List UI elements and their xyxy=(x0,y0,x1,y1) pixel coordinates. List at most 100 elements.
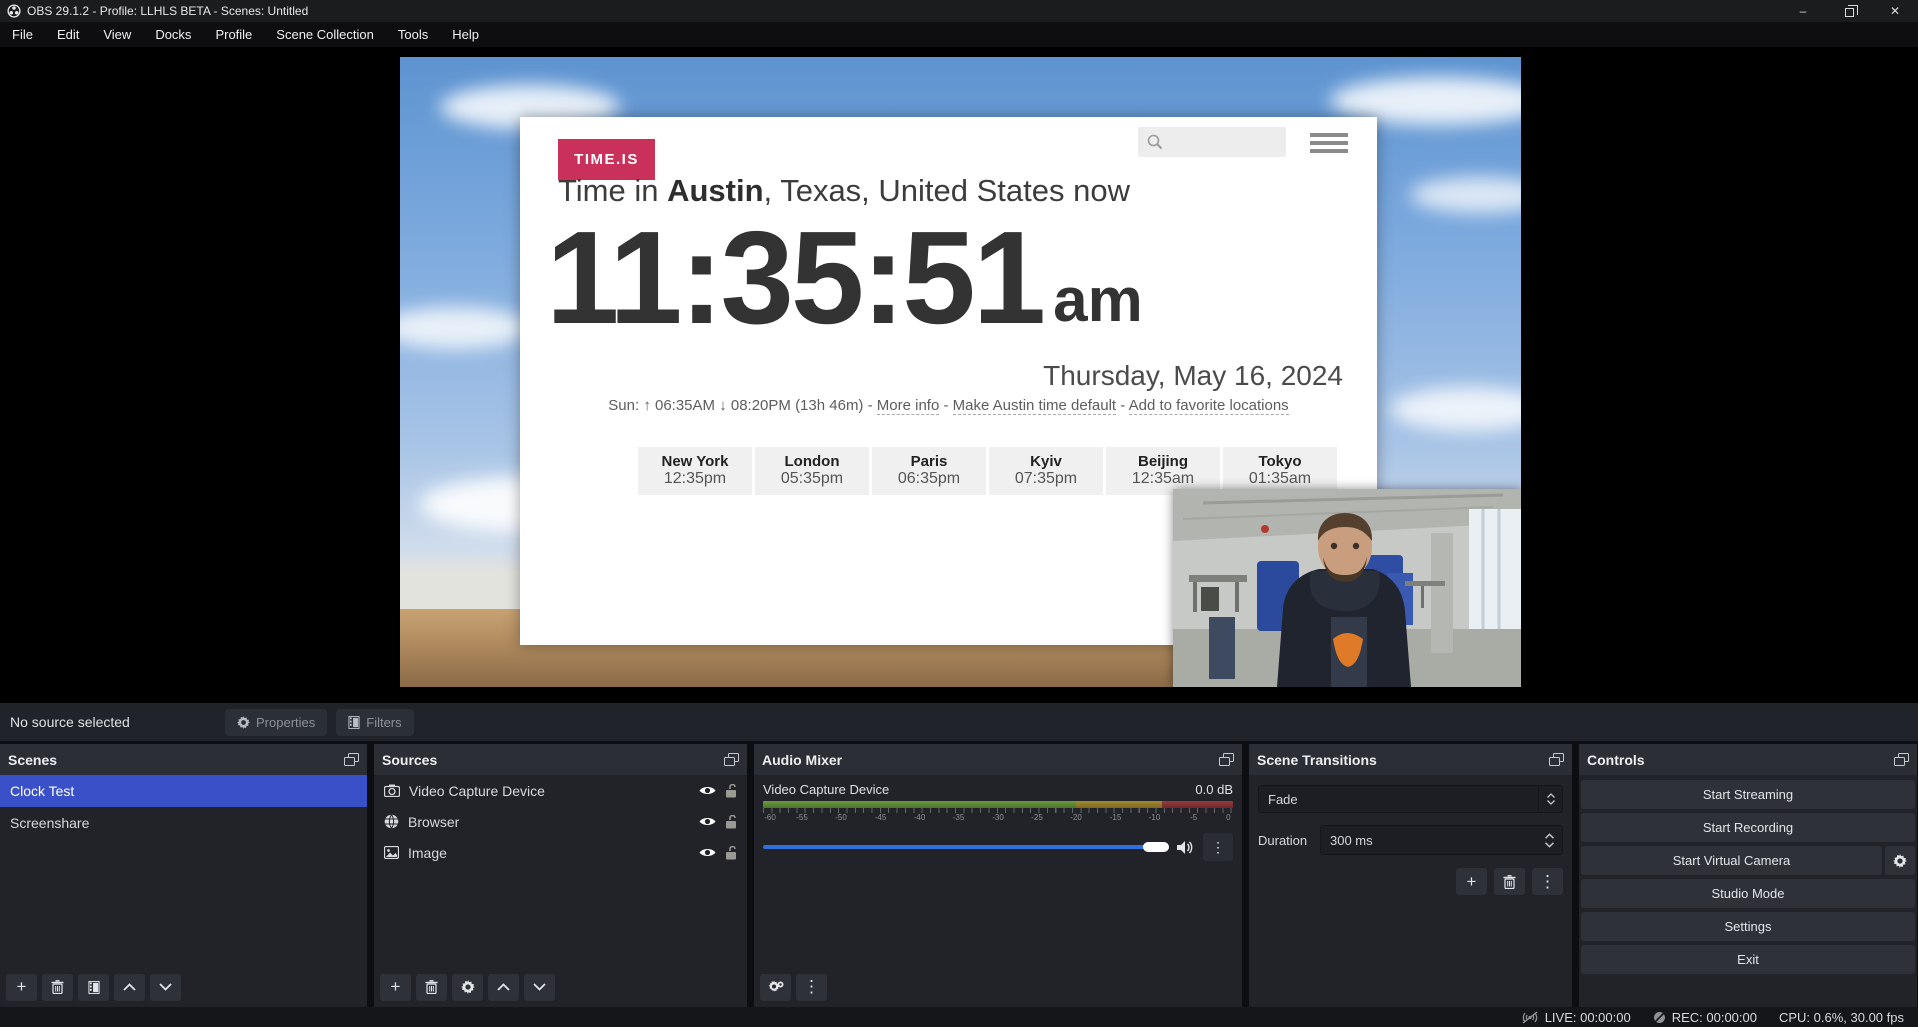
transitions-title: Scene Transitions xyxy=(1257,752,1377,768)
scenes-list: Clock Test Screenshare xyxy=(0,775,367,967)
source-move-down-button[interactable] xyxy=(524,974,555,1001)
unlock-icon[interactable] xyxy=(725,846,737,860)
filters-icon xyxy=(88,981,100,994)
status-bar: LIVE: 00:00:00 REC: 00:00:00 CPU: 0.6%, … xyxy=(0,1007,1918,1027)
add-transition-button[interactable]: + xyxy=(1456,868,1487,895)
popout-icon[interactable] xyxy=(1549,753,1564,766)
remove-source-button[interactable] xyxy=(416,974,447,1001)
duration-spinbox[interactable]: 300 ms xyxy=(1320,825,1563,855)
tick-label: -55 xyxy=(796,813,808,822)
filters-button[interactable]: Filters xyxy=(336,709,413,736)
popout-icon[interactable] xyxy=(724,753,739,766)
transitions-header: Scene Transitions xyxy=(1249,744,1572,775)
add-source-button[interactable]: + xyxy=(380,974,411,1001)
city-time: 12:35am xyxy=(1106,470,1220,488)
mixer-menu-button[interactable]: ⋮ xyxy=(796,974,827,1001)
transition-properties-button[interactable]: ⋮ xyxy=(1532,868,1563,895)
properties-button[interactable]: Properties xyxy=(225,709,327,736)
menu-view[interactable]: View xyxy=(91,22,143,47)
sources-header: Sources xyxy=(374,744,747,775)
scene-item-screenshare[interactable]: Screenshare xyxy=(0,807,367,839)
source-row-image[interactable]: Image xyxy=(374,837,747,868)
filters-label: Filters xyxy=(366,715,401,730)
restore-button[interactable] xyxy=(1826,0,1872,22)
source-row-video-capture[interactable]: Video Capture Device xyxy=(374,775,747,806)
trash-icon xyxy=(425,980,438,994)
city-card: Tokyo01:35am xyxy=(1223,447,1337,495)
unlock-icon[interactable] xyxy=(725,784,737,798)
audio-mixer-panel: Audio Mixer Video Capture Device 0.0 dB … xyxy=(754,744,1242,1007)
virtual-camera-settings-button[interactable] xyxy=(1885,846,1915,875)
mixer-db-value: 0.0 dB xyxy=(1195,782,1233,797)
menu-docks[interactable]: Docks xyxy=(143,22,203,47)
separator: - xyxy=(1120,397,1125,414)
heading-suffix: , Texas, United States now xyxy=(764,173,1130,208)
preview-canvas[interactable]: TIME.IS Time in Austin, Texas, United St… xyxy=(0,47,1918,703)
transition-select[interactable]: Fade xyxy=(1258,785,1563,813)
tick-label: -45 xyxy=(875,813,887,822)
add-scene-button[interactable]: + xyxy=(6,974,37,1001)
tick-label: -60 xyxy=(764,813,776,822)
scene-move-down-button[interactable] xyxy=(150,974,181,1001)
studio-mode-button[interactable]: Studio Mode xyxy=(1581,879,1915,908)
eye-icon[interactable] xyxy=(699,785,716,796)
timeis-search-box xyxy=(1138,127,1286,157)
menu-help[interactable]: Help xyxy=(440,22,491,47)
settings-button[interactable]: Settings xyxy=(1581,912,1915,941)
mixer-toolbar: ⋮ xyxy=(754,967,1242,1007)
minimize-button[interactable]: – xyxy=(1780,0,1826,22)
start-streaming-button[interactable]: Start Streaming xyxy=(1581,780,1915,809)
cloud-shape xyxy=(400,307,530,349)
menu-scene-collection[interactable]: Scene Collection xyxy=(264,22,386,47)
unlock-icon[interactable] xyxy=(725,815,737,829)
popout-icon[interactable] xyxy=(344,753,359,766)
speaker-icon[interactable] xyxy=(1177,840,1195,855)
trash-icon xyxy=(51,980,64,994)
exit-button[interactable]: Exit xyxy=(1581,945,1915,974)
scene-move-up-button[interactable] xyxy=(114,974,145,1001)
tick-label: 0 xyxy=(1226,813,1230,822)
remove-transition-button[interactable] xyxy=(1494,868,1525,895)
source-properties-button[interactable] xyxy=(452,974,483,1001)
dock-area: Scenes Clock Test Screenshare + Sourc xyxy=(0,741,1918,1007)
close-button[interactable]: ✕ xyxy=(1872,0,1918,22)
gear-icon xyxy=(237,716,250,729)
city-time: 12:35pm xyxy=(638,470,752,488)
menu-tools[interactable]: Tools xyxy=(386,22,440,47)
duration-label: Duration xyxy=(1258,833,1320,848)
popout-icon[interactable] xyxy=(1219,753,1234,766)
sun-times: Sun: ↑ 06:35AM ↓ 08:20PM (13h 46m) xyxy=(608,397,863,414)
spin-down-icon[interactable] xyxy=(1545,842,1554,848)
advanced-audio-button[interactable] xyxy=(760,974,791,1001)
source-row-browser[interactable]: Browser xyxy=(374,806,747,837)
mixer-options-button[interactable]: ⋮ xyxy=(1203,833,1233,861)
popout-icon[interactable] xyxy=(1894,753,1909,766)
start-virtual-camera-button[interactable]: Start Virtual Camera xyxy=(1581,846,1882,875)
heading-city: Austin xyxy=(667,173,763,208)
city-name: Paris xyxy=(872,453,986,470)
eye-icon[interactable] xyxy=(699,816,716,827)
menu-profile[interactable]: Profile xyxy=(203,22,264,47)
volume-slider-handle[interactable] xyxy=(1143,842,1169,852)
sources-list: Video Capture Device Browser Image xyxy=(374,775,747,967)
menu-edit[interactable]: Edit xyxy=(45,22,91,47)
tick-label: -30 xyxy=(992,813,1004,822)
scene-preview[interactable]: TIME.IS Time in Austin, Texas, United St… xyxy=(400,57,1521,687)
menu-file[interactable]: File xyxy=(0,22,45,47)
timeis-clock: 11:35:51 am xyxy=(546,205,1346,350)
start-recording-button[interactable]: Start Recording xyxy=(1581,813,1915,842)
scene-item-clock-test[interactable]: Clock Test xyxy=(0,775,367,807)
tick-label: -5 xyxy=(1190,813,1197,822)
properties-label: Properties xyxy=(256,715,315,730)
window-title: OBS 29.1.2 - Profile: LLHLS BETA - Scene… xyxy=(27,4,308,18)
spin-up-icon[interactable] xyxy=(1545,833,1554,839)
eye-icon[interactable] xyxy=(699,847,716,858)
transition-select-arrows[interactable] xyxy=(1538,786,1562,812)
image-icon xyxy=(384,846,399,859)
scene-filters-button[interactable] xyxy=(78,974,109,1001)
volume-slider[interactable] xyxy=(763,845,1169,849)
remove-scene-button[interactable] xyxy=(42,974,73,1001)
city-name: Beijing xyxy=(1106,453,1220,470)
controls-body: Start Streaming Start Recording Start Vi… xyxy=(1579,775,1917,1007)
source-move-up-button[interactable] xyxy=(488,974,519,1001)
